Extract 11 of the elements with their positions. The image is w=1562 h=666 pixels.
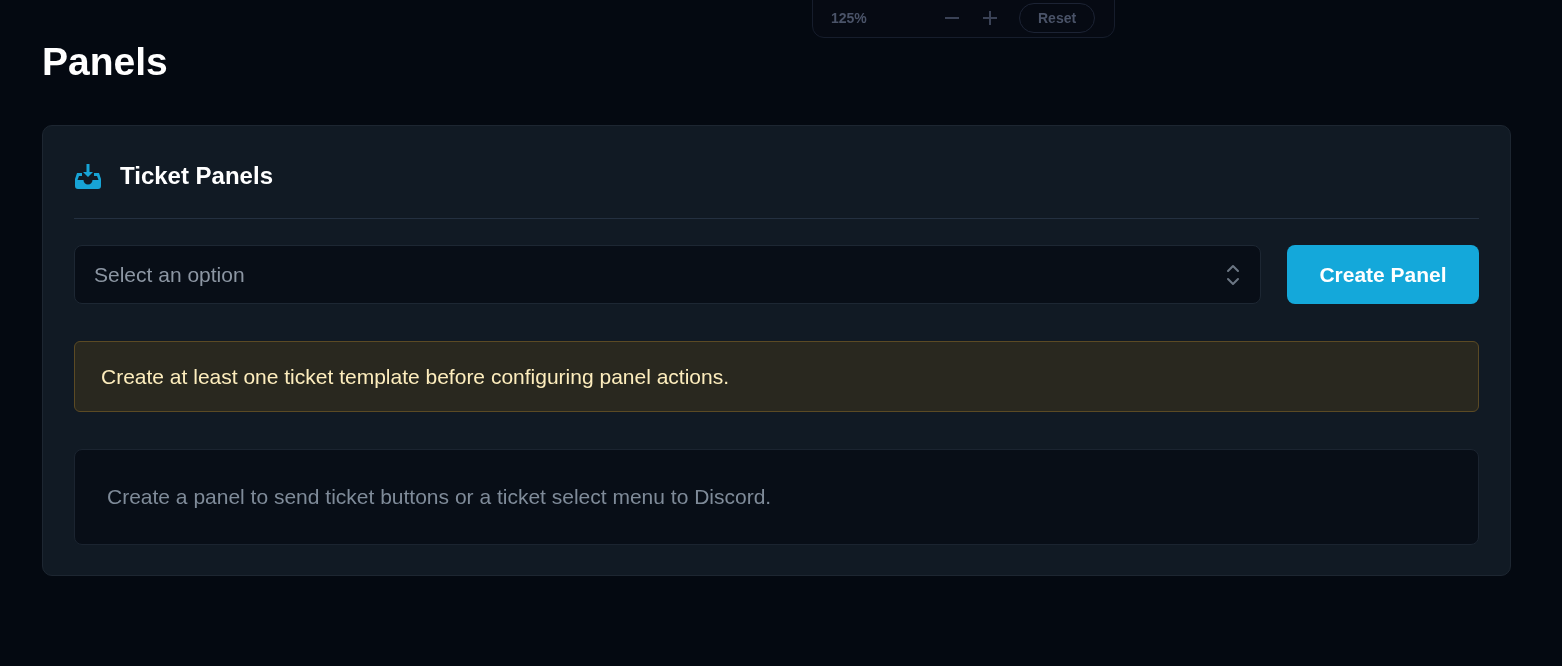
minus-icon [945, 17, 959, 19]
page-title: Panels [42, 39, 168, 85]
plus-icon [983, 11, 997, 25]
zoom-level: 125% [831, 9, 868, 28]
card-title: Ticket Panels [120, 161, 273, 191]
chevron-up-down-icon [1226, 263, 1240, 286]
warning-notice: Create at least one ticket template before configuring panel actions. [74, 341, 1479, 412]
create-panel-button[interactable]: Create Panel [1287, 245, 1479, 304]
empty-state-text: Create a panel to send ticket buttons or a ticket select menu to Discord. [107, 484, 772, 511]
inbox-download-icon [74, 163, 102, 189]
select-field[interactable]: Select an option [74, 245, 1261, 304]
